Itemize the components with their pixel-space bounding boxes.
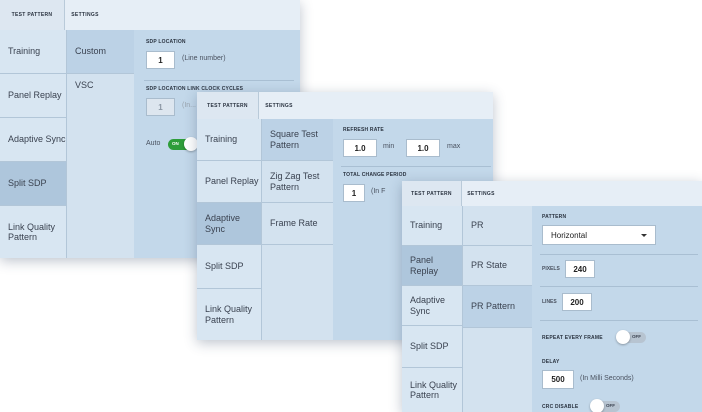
pattern-dropdown[interactable]: Horizontal (542, 225, 656, 245)
crc-toggle-text: OFF (606, 403, 615, 408)
tab-test-pattern[interactable]: TEST PATTERN (402, 181, 462, 206)
divider (144, 80, 294, 81)
nav-split-sdp[interactable]: Split SDP (402, 326, 462, 368)
delay-label: DELAY (542, 359, 560, 365)
refresh-rate-label: REFRESH RATE (343, 127, 384, 133)
chevron-down-icon (641, 234, 647, 237)
repeat-toggle-text: OFF (632, 334, 641, 339)
settings-list: Custom VSC (66, 30, 135, 258)
divider (341, 166, 491, 167)
settings-list: Square Test Pattern Zig Zag Test Pattern… (261, 119, 334, 340)
sdp-location-input[interactable]: 1 (146, 51, 175, 69)
pattern-value: Horizontal (551, 230, 588, 240)
nav-panel-replay[interactable]: Panel Replay (0, 74, 66, 118)
min-label: min (383, 143, 395, 150)
sdp-location-label: SDP LOCATION (146, 39, 186, 45)
tab-test-pattern[interactable]: TEST PATTERN (197, 92, 259, 119)
auto-label: Auto (146, 140, 161, 147)
sub-pr-state[interactable]: PR State (463, 246, 533, 286)
delay-note: (In Milli Seconds) (580, 375, 634, 382)
toggle-knob (590, 399, 604, 412)
sdp-location-note: (Line number) (182, 55, 226, 62)
total-change-period-label: TOTAL CHANGE PERIOD (343, 172, 407, 178)
pixels-input[interactable]: 240 (565, 260, 595, 278)
repeat-every-frame-toggle[interactable]: OFF (616, 330, 646, 344)
divider (540, 254, 698, 255)
refresh-max-input[interactable]: 1.0 (406, 139, 440, 157)
tab-bar: TEST PATTERN SETTINGS (0, 0, 300, 30)
sub-frame-rate[interactable]: Frame Rate (262, 203, 334, 245)
nav-adaptive-sync[interactable]: Adaptive Sync (197, 203, 261, 245)
lines-input[interactable]: 200 (562, 293, 592, 311)
refresh-min-input[interactable]: 1.0 (343, 139, 377, 157)
total-change-period-note: (In F (371, 188, 386, 195)
test-pattern-list: Training Panel Replay Adaptive Sync Spli… (197, 119, 261, 340)
nav-adaptive-sync[interactable]: Adaptive Sync (0, 118, 66, 162)
pixels-label: PIXELS (542, 266, 560, 272)
nav-training[interactable]: Training (402, 206, 462, 246)
nav-link-quality[interactable]: Link Quality Pattern (402, 368, 462, 412)
tab-settings[interactable]: SETTINGS (65, 0, 105, 30)
sub-square-test-pattern[interactable]: Square Test Pattern (262, 119, 334, 161)
toggle-knob (616, 330, 630, 344)
nav-adaptive-sync[interactable]: Adaptive Sync (402, 286, 462, 326)
pattern-label: PATTERN (542, 214, 567, 220)
test-pattern-list: Training Panel Replay Adaptive Sync Spli… (0, 30, 66, 258)
nav-split-sdp[interactable]: Split SDP (197, 245, 261, 289)
sub-zig-zag-test-pattern[interactable]: Zig Zag Test Pattern (262, 161, 334, 203)
test-pattern-list: Training Panel Replay Adaptive Sync Spli… (402, 206, 462, 412)
lines-label: LINES (542, 299, 557, 305)
crc-disable-label: CRC DISABLE (542, 404, 579, 410)
divider (540, 320, 698, 321)
settings-content: PATTERN Horizontal PIXELS 240 LINES 200 … (532, 206, 702, 412)
settings-list: PR PR State PR Pattern (462, 206, 533, 412)
toggle-knob (184, 137, 198, 151)
repeat-every-frame-label: REPEAT EVERY FRAME (542, 335, 603, 341)
nav-panel-replay[interactable]: Panel Replay (197, 161, 261, 203)
clock-cycles-note: (In... (182, 102, 197, 109)
sub-vsc[interactable]: VSC (67, 74, 135, 118)
auto-toggle[interactable]: ON (168, 137, 198, 151)
panel-replay-panel: TEST PATTERN SETTINGS Training Panel Rep… (402, 181, 702, 412)
sub-pr-pattern[interactable]: PR Pattern (463, 286, 533, 328)
divider (540, 286, 698, 287)
auto-toggle-text: ON (172, 141, 179, 146)
crc-disable-toggle[interactable]: OFF (590, 399, 620, 412)
total-change-period-input[interactable]: 1 (343, 184, 365, 202)
sub-pr[interactable]: PR (463, 206, 533, 246)
nav-panel-replay[interactable]: Panel Replay (402, 246, 462, 286)
tab-test-pattern[interactable]: TEST PATTERN (0, 0, 65, 30)
clock-cycles-input[interactable]: 1 (146, 98, 175, 116)
tab-settings[interactable]: SETTINGS (462, 181, 500, 206)
tab-bar: TEST PATTERN SETTINGS (402, 181, 702, 206)
delay-input[interactable]: 500 (542, 370, 574, 389)
sub-custom[interactable]: Custom (67, 30, 135, 74)
nav-split-sdp[interactable]: Split SDP (0, 162, 66, 206)
tab-settings[interactable]: SETTINGS (259, 92, 299, 119)
nav-link-quality[interactable]: Link Quality Pattern (0, 206, 66, 258)
nav-link-quality[interactable]: Link Quality Pattern (197, 289, 261, 340)
tab-bar: TEST PATTERN SETTINGS (197, 92, 493, 119)
nav-training[interactable]: Training (0, 30, 66, 74)
max-label: max (447, 143, 461, 150)
nav-training[interactable]: Training (197, 119, 261, 161)
